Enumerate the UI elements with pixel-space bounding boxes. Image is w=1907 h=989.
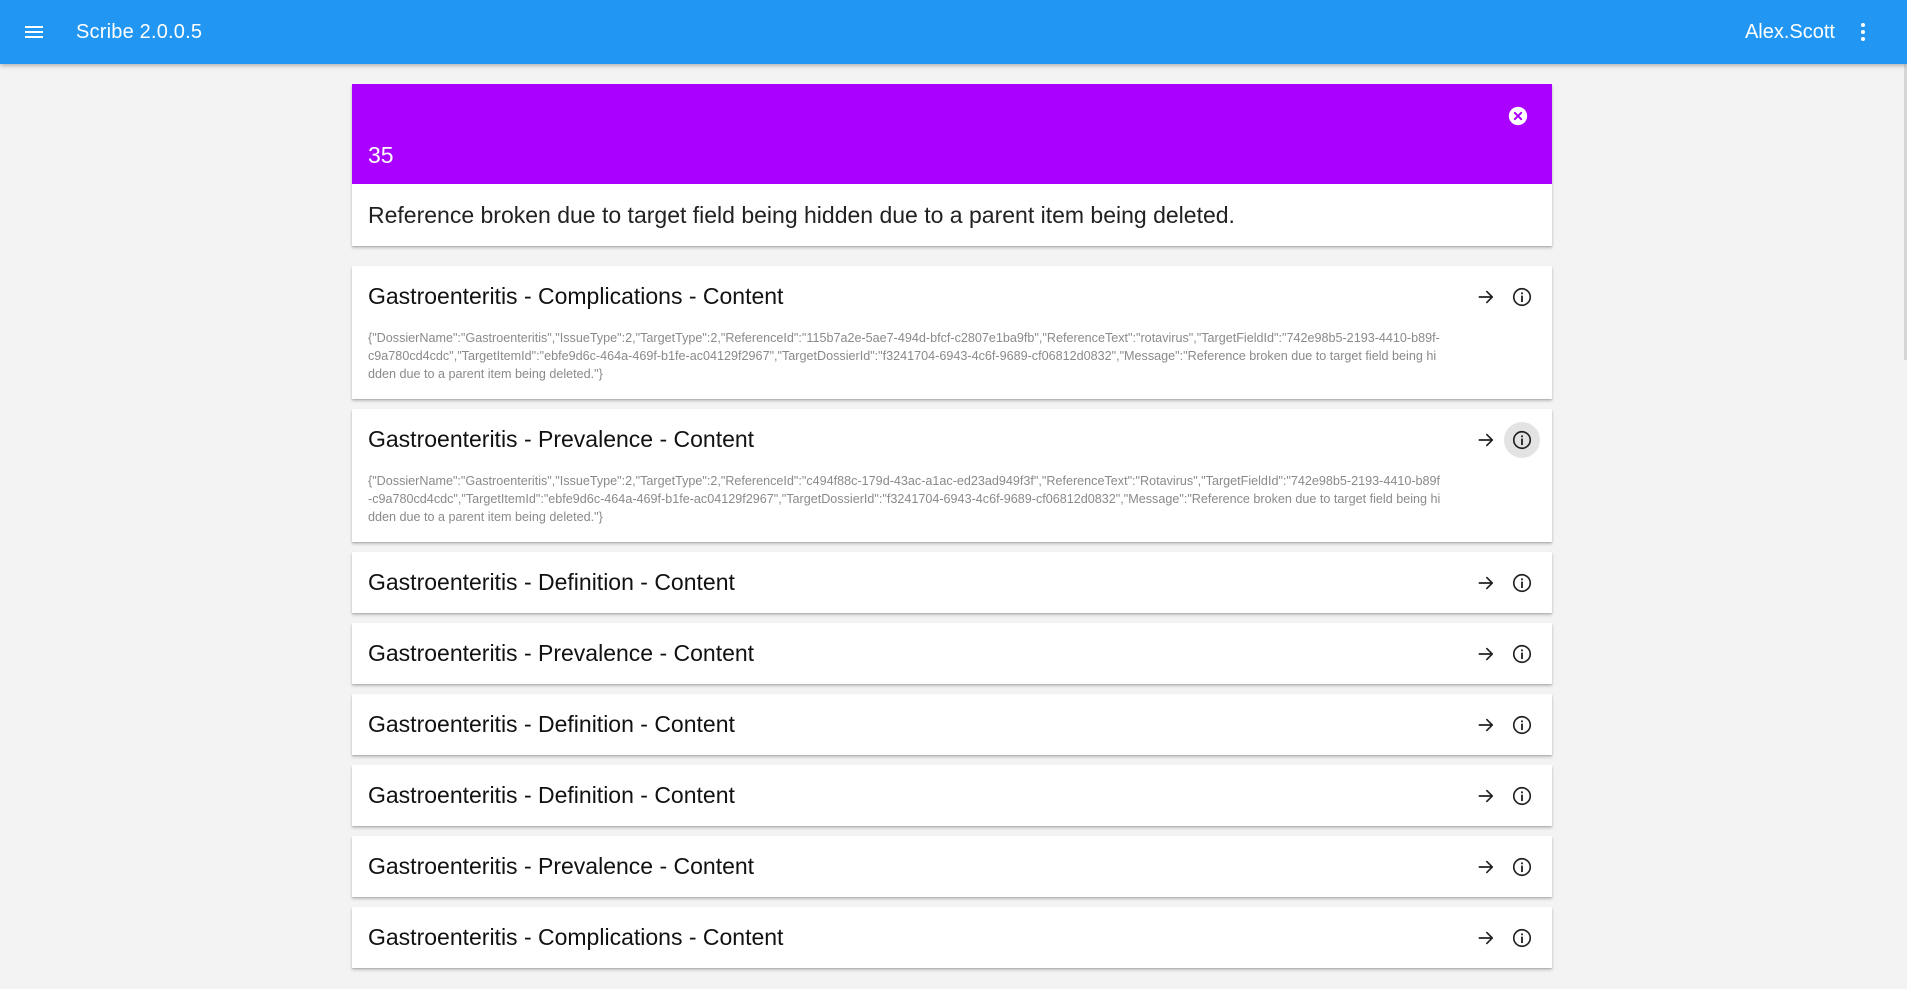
- info-button[interactable]: [1504, 849, 1540, 885]
- info-button[interactable]: [1504, 636, 1540, 672]
- navigate-button[interactable]: [1468, 849, 1504, 885]
- issue-header-band: 35: [352, 84, 1552, 184]
- navigate-button[interactable]: [1468, 920, 1504, 956]
- issue-count: 35: [368, 142, 394, 168]
- reference-row: Gastroenteritis - Prevalence - Content: [352, 623, 1552, 684]
- arrow-forward-icon: [1478, 931, 1494, 944]
- reference-row: Gastroenteritis - Prevalence - Content: [352, 836, 1552, 897]
- info-button[interactable]: [1504, 565, 1540, 601]
- issue-message: Reference broken due to target field bei…: [368, 202, 1235, 228]
- menu-icon: [25, 26, 43, 38]
- navigate-button[interactable]: [1468, 707, 1504, 743]
- arrow-forward-icon: [1478, 433, 1494, 446]
- reference-row: Gastroenteritis - Definition - Content: [352, 552, 1552, 613]
- reference-row: Gastroenteritis - Complications - Conten…: [352, 907, 1552, 968]
- info-button[interactable]: [1504, 421, 1540, 458]
- reference-card: Gastroenteritis - Definition - Content: [352, 552, 1552, 613]
- info-button[interactable]: [1504, 920, 1540, 956]
- info-icon: [1512, 287, 1532, 306]
- issue-header-card: 35 Reference broken due to target field …: [352, 84, 1552, 246]
- arrow-forward-icon: [1478, 789, 1494, 802]
- reference-card: Gastroenteritis - Complications - Conten…: [352, 907, 1552, 968]
- reference-row: Gastroenteritis - Prevalence - Content: [352, 409, 1552, 470]
- reference-title: Gastroenteritis - Complications - Conten…: [368, 283, 784, 309]
- reference-title: Gastroenteritis - Definition - Content: [368, 782, 735, 808]
- reference-title: Gastroenteritis - Definition - Content: [368, 569, 735, 595]
- more-vert-icon: [1861, 23, 1865, 41]
- app-title: Scribe 2.0.0.5: [76, 20, 203, 43]
- info-icon: [1512, 786, 1532, 805]
- reference-title: Gastroenteritis - Prevalence - Content: [368, 853, 755, 879]
- reference-row: Gastroenteritis - Complications - Conten…: [352, 266, 1552, 327]
- reference-title: Gastroenteritis - Prevalence - Content: [368, 640, 755, 666]
- reference-card: Gastroenteritis - Prevalence - Content: [352, 836, 1552, 897]
- info-button[interactable]: [1504, 778, 1540, 814]
- reference-detail-json: {"DossierName":"Gastroenteritis","IssueT…: [368, 331, 1440, 381]
- reference-title: Gastroenteritis - Definition - Content: [368, 711, 735, 737]
- navigate-button[interactable]: [1468, 778, 1504, 814]
- reference-card: Gastroenteritis - Prevalence - Content: [352, 623, 1552, 684]
- info-icon: [1512, 573, 1532, 592]
- navigate-button[interactable]: [1468, 422, 1504, 458]
- navigate-button[interactable]: [1468, 636, 1504, 672]
- arrow-forward-icon: [1478, 647, 1494, 660]
- reference-card: Gastroenteritis - Definition - Content: [352, 694, 1552, 755]
- menu-button[interactable]: [10, 8, 58, 56]
- reference-row: Gastroenteritis - Definition - Content: [352, 765, 1552, 826]
- arrow-forward-icon: [1478, 860, 1494, 873]
- info-icon: [1512, 644, 1532, 663]
- info-button[interactable]: [1504, 707, 1540, 743]
- close-circle-icon: [1508, 106, 1528, 126]
- info-icon: [1512, 857, 1532, 876]
- reference-title: Gastroenteritis - Complications - Conten…: [368, 924, 784, 950]
- arrow-forward-icon: [1478, 290, 1494, 303]
- app-toolbar: Scribe 2.0.0.5 Alex.Scott: [0, 0, 1907, 64]
- reference-card: Gastroenteritis - Complications - Conten…: [352, 266, 1552, 399]
- reference-list: Gastroenteritis - Complications - Conten…: [352, 266, 1552, 968]
- user-name[interactable]: Alex.Scott: [1745, 21, 1835, 44]
- reference-row: Gastroenteritis - Definition - Content: [352, 694, 1552, 755]
- reference-detail-json: {"DossierName":"Gastroenteritis","IssueT…: [368, 474, 1441, 524]
- arrow-forward-icon: [1478, 718, 1494, 731]
- navigate-button[interactable]: [1468, 565, 1504, 601]
- arrow-forward-icon: [1478, 576, 1494, 589]
- info-icon: [1512, 430, 1532, 449]
- more-options-button[interactable]: [1843, 8, 1883, 56]
- info-icon: [1512, 928, 1532, 947]
- info-button[interactable]: [1504, 279, 1540, 315]
- reference-card: Gastroenteritis - Definition - Content: [352, 765, 1552, 826]
- navigate-button[interactable]: [1468, 279, 1504, 315]
- reference-card: Gastroenteritis - Prevalence - Content {"…: [352, 409, 1552, 542]
- info-icon: [1512, 715, 1532, 734]
- reference-title: Gastroenteritis - Prevalence - Content: [368, 426, 755, 452]
- issue-list-container: 35 Reference broken due to target field …: [352, 84, 1552, 978]
- close-button[interactable]: [1506, 104, 1530, 128]
